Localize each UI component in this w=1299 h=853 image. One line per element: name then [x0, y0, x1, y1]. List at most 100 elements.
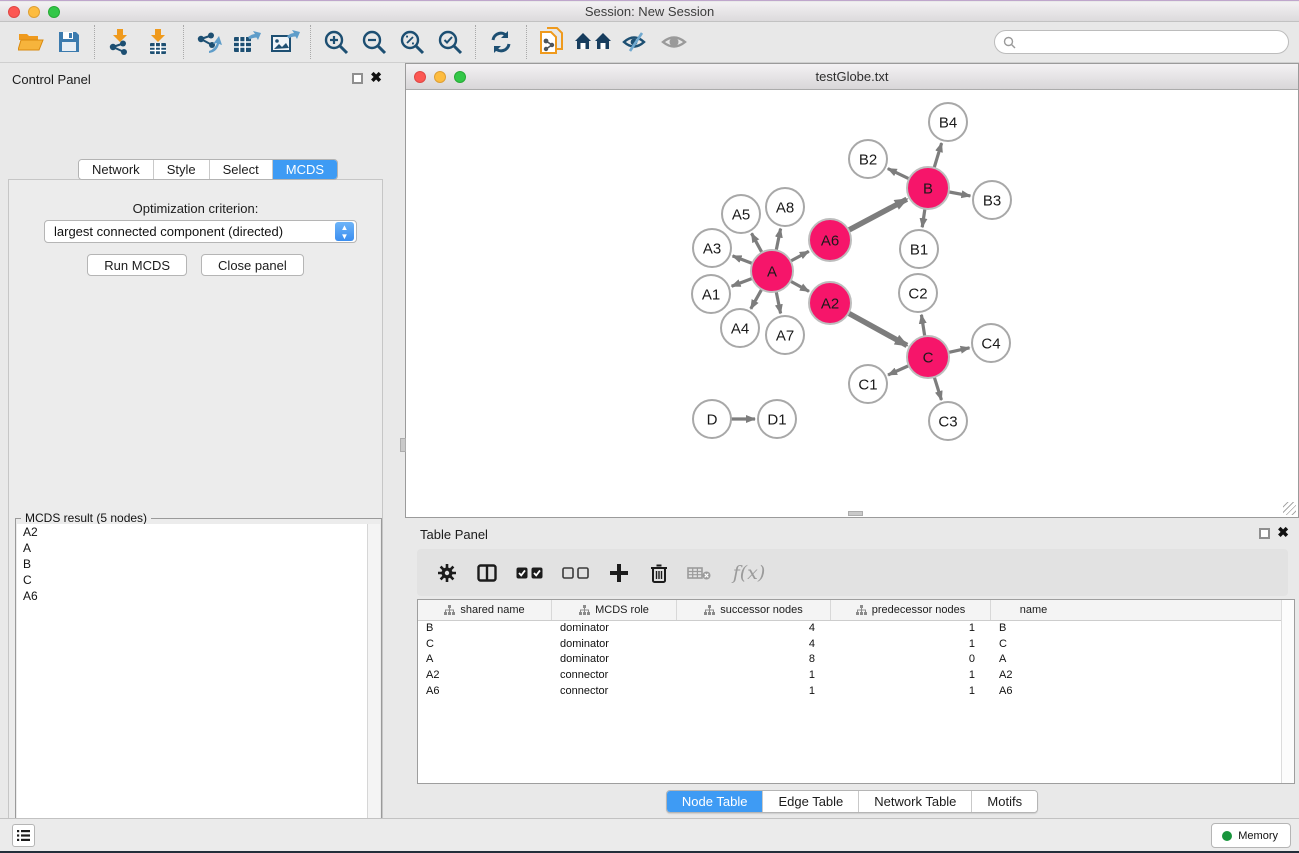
export-table-button[interactable] [228, 25, 266, 59]
graph-edge-A-A1[interactable] [732, 278, 753, 286]
column-header[interactable]: MCDS role [552, 600, 677, 620]
table-cell: 1 [677, 684, 831, 700]
export-table-icon [232, 29, 262, 55]
graph-edge-A-A4[interactable] [751, 289, 762, 309]
import-network-icon [107, 29, 133, 55]
zoom-out-button[interactable] [355, 25, 393, 59]
export-image-button[interactable] [266, 25, 304, 59]
table-cell: A2 [991, 668, 1076, 684]
graph-edge-B-B3[interactable] [949, 192, 971, 196]
mcds-result-list[interactable]: A2ABCA6 [17, 524, 367, 853]
graph-node-label: B1 [910, 241, 928, 258]
table-row[interactable]: A2connector11A2 [418, 668, 1294, 684]
tab-network[interactable]: Network [79, 160, 154, 179]
column-header[interactable]: shared name [418, 600, 552, 620]
tab-mcds[interactable]: MCDS [273, 160, 337, 179]
tab-select[interactable]: Select [210, 160, 273, 179]
application-window: Session: New Session [0, 0, 1299, 853]
graph-edge-B-B1[interactable] [922, 209, 925, 227]
zoom-in-button[interactable] [317, 25, 355, 59]
table-row[interactable]: Cdominator41C [418, 637, 1294, 653]
table-settings-button[interactable] [435, 561, 459, 585]
table-row[interactable]: A6connector11A6 [418, 684, 1294, 700]
result-item[interactable]: C [17, 572, 367, 588]
tab-node-table[interactable]: Node Table [667, 791, 764, 812]
graph-edge-C-C4[interactable] [948, 348, 969, 353]
save-session-button[interactable] [50, 25, 88, 59]
refresh-button[interactable] [482, 25, 520, 59]
dropdown-stepper-icon: ▲▼ [335, 222, 354, 241]
zoom-selected-button[interactable] [431, 25, 469, 59]
horizontal-scrollbar-thumb[interactable] [848, 511, 863, 516]
mcds-tab-panel: Optimization criterion: largest connecte… [8, 179, 383, 853]
float-panel-icon[interactable] [352, 73, 363, 84]
graph-edge-A-A8[interactable] [776, 229, 780, 251]
tab-edge-table[interactable]: Edge Table [763, 791, 859, 812]
result-scrollbar[interactable] [367, 524, 380, 853]
graph-edge-A-A2[interactable] [790, 281, 809, 291]
task-list-icon [17, 829, 30, 842]
hide-unhide-button[interactable] [617, 25, 655, 59]
table-row[interactable]: Adominator80A [418, 652, 1294, 668]
result-item[interactable]: A [17, 540, 367, 556]
status-bar: Memory [0, 818, 1299, 851]
select-all-button[interactable] [515, 561, 545, 585]
show-hidden-button[interactable] [655, 25, 693, 59]
memory-button[interactable]: Memory [1211, 823, 1291, 848]
column-header[interactable]: name [991, 600, 1076, 620]
table-row[interactable]: Bdominator41B [418, 621, 1294, 637]
resize-grip-icon[interactable] [1283, 502, 1296, 515]
table-scrollbar[interactable] [1281, 600, 1294, 783]
show-column-panel-button[interactable] [475, 561, 499, 585]
graph-node-label: C [923, 349, 934, 366]
open-file-button[interactable] [12, 25, 50, 59]
zoom-fit-button[interactable] [393, 25, 431, 59]
graph-edge-C-C3[interactable] [934, 377, 941, 400]
close-panel-icon[interactable]: ✖ [370, 70, 382, 84]
home-network-button[interactable] [571, 25, 617, 59]
result-item[interactable]: B [17, 556, 367, 572]
houses-icon [574, 31, 614, 53]
export-network-button[interactable] [190, 25, 228, 59]
graph-edge-A-A5[interactable] [752, 233, 762, 252]
network-canvas[interactable]: B4B2BB3A8A5A6A3B1AA1C2A2A4A7C4CC1C3DD1 [406, 91, 1298, 517]
column-type-icon [856, 605, 867, 615]
criterion-dropdown[interactable]: largest connected component (directed) ▲… [44, 220, 357, 243]
tab-motifs[interactable]: Motifs [972, 791, 1037, 812]
function-builder-button[interactable]: f(x) [727, 561, 771, 585]
result-item[interactable]: A6 [17, 588, 367, 604]
create-column-button[interactable] [607, 561, 631, 585]
search-input[interactable] [1016, 32, 1288, 52]
import-table-button[interactable] [139, 25, 177, 59]
tab-style[interactable]: Style [154, 160, 210, 179]
graph-edge-A2-C[interactable] [848, 313, 907, 345]
close-panel-button[interactable]: Close panel [201, 254, 304, 276]
refresh-icon [489, 30, 513, 54]
graph-edge-A-A7[interactable] [776, 292, 780, 314]
graph-edge-C-C1[interactable] [888, 366, 909, 375]
float-table-panel-icon[interactable] [1259, 528, 1270, 539]
search-field[interactable] [994, 30, 1289, 54]
deselect-all-button[interactable] [561, 561, 591, 585]
graph-edge-A-A3[interactable] [733, 256, 753, 264]
node-table[interactable]: shared nameMCDS rolesuccessor nodesprede… [417, 599, 1295, 784]
close-table-panel-icon[interactable]: ✖ [1277, 525, 1289, 539]
graph-node-label: A7 [776, 327, 794, 344]
graph-edge-A6-B[interactable] [849, 199, 907, 230]
vertical-scrollbar-thumb[interactable] [400, 438, 406, 452]
cyndex-share-button[interactable] [533, 25, 571, 59]
graph-edge-B-B2[interactable] [888, 169, 909, 179]
result-item[interactable]: A2 [17, 524, 367, 540]
graph-node-label: C1 [858, 376, 877, 393]
delete-column-button[interactable] [647, 561, 671, 585]
graph-edge-C-C2[interactable] [921, 315, 924, 337]
delete-table-button[interactable] [687, 561, 711, 585]
run-mcds-button[interactable]: Run MCDS [87, 254, 187, 276]
task-history-button[interactable] [12, 824, 35, 847]
graph-edge-B-B4[interactable] [934, 143, 942, 168]
column-header[interactable]: predecessor nodes [831, 600, 991, 620]
graph-edge-A-A6[interactable] [791, 251, 809, 261]
tab-network-table[interactable]: Network Table [859, 791, 972, 812]
column-header[interactable]: successor nodes [677, 600, 831, 620]
import-network-button[interactable] [101, 25, 139, 59]
